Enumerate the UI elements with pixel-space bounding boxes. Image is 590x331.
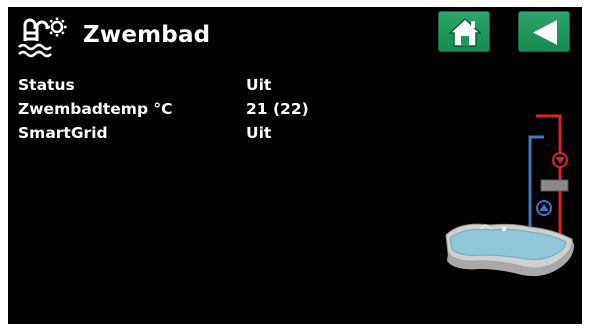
status-row-pool-temp: Zwembadtemp °C 21 (22): [18, 97, 338, 121]
page-title: Zwembad: [83, 22, 211, 48]
status-label: Status: [18, 76, 75, 94]
screen: Zwembad Status Uit Zwembadtemp °C 21 (22…: [8, 7, 582, 324]
pool-temp-value: 21 (22): [246, 100, 309, 118]
smartgrid-value: Uit: [246, 124, 272, 142]
status-table: Status Uit Zwembadtemp °C 21 (22) SmartG…: [18, 73, 338, 145]
flow-down-icon: [552, 152, 568, 168]
pool-illustration: [445, 114, 574, 277]
home-button[interactable]: [438, 11, 490, 52]
back-arrow-icon: [533, 20, 557, 45]
pool-temp-label: Zwembadtemp °C: [18, 100, 173, 118]
flow-up-icon: [536, 200, 552, 216]
heat-exchanger: [540, 179, 569, 192]
pool-icon: [18, 17, 67, 58]
smartgrid-label: SmartGrid: [18, 124, 108, 142]
status-value: Uit: [246, 76, 272, 94]
status-row-status: Status Uit: [18, 73, 338, 97]
hot-pipe: [536, 114, 562, 235]
status-row-smartgrid: SmartGrid Uit: [18, 121, 338, 145]
back-button[interactable]: [518, 11, 570, 52]
header: Zwembad: [8, 7, 582, 65]
home-icon: [448, 17, 482, 47]
